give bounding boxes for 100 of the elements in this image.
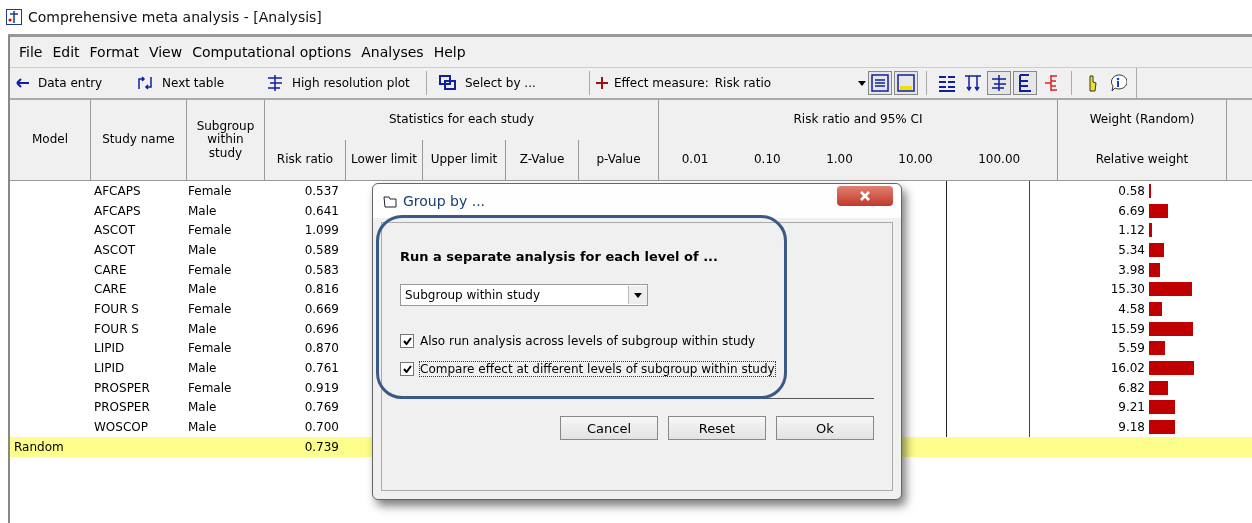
table-cell-text: PROSPER bbox=[93, 380, 151, 395]
weight-bar bbox=[1149, 242, 1164, 257]
column-header: Risk ratio bbox=[276, 153, 334, 167]
dialog-button[interactable]: Ok bbox=[776, 416, 874, 440]
weight-bar bbox=[1149, 341, 1165, 356]
group-by-select[interactable]: Subgroup within study bbox=[400, 284, 648, 306]
effect-measure-value[interactable]: Risk ratio bbox=[714, 76, 772, 90]
weight-bar bbox=[1149, 262, 1161, 277]
plus-icon bbox=[596, 77, 608, 89]
table-cell-text: ASCOT bbox=[93, 242, 136, 257]
weight-bar bbox=[1149, 400, 1175, 415]
weight-bar bbox=[1149, 321, 1193, 336]
toolbar-icon-button[interactable] bbox=[1013, 71, 1037, 95]
dialog-title: Group by ... bbox=[403, 193, 486, 209]
table-cell-text: 9.21 bbox=[1117, 400, 1146, 415]
weight-bar bbox=[1149, 301, 1162, 316]
dialog-heading: Run a separate analysis for each level of ... bbox=[400, 249, 719, 264]
bracket-icon bbox=[1043, 74, 1059, 92]
toolbar-button[interactable]: Select by ... bbox=[433, 70, 583, 96]
weight-bar bbox=[1149, 361, 1194, 376]
dialog-button[interactable]: Cancel bbox=[560, 416, 658, 440]
menu-item[interactable]: Analyses bbox=[356, 44, 429, 60]
table-cell-text: Random bbox=[13, 439, 65, 454]
toolbar-button[interactable]: High resolution plot bbox=[260, 70, 420, 96]
weight-bar bbox=[1149, 203, 1168, 218]
table-cell-text: Male bbox=[187, 400, 218, 415]
column-header: Upper limit bbox=[430, 153, 498, 167]
table-cell-text: FOUR S bbox=[93, 321, 140, 336]
checkbox-label[interactable]: Compare effect at different levels of subgroup within study bbox=[420, 362, 775, 376]
checkbox[interactable] bbox=[400, 334, 414, 348]
column-header: Risk ratio and 95% CI bbox=[793, 113, 923, 127]
table-cell-text: 16.02 bbox=[1109, 361, 1146, 376]
column-header: Weight (Random) bbox=[1089, 113, 1195, 127]
table-cell-text: 5.59 bbox=[1117, 341, 1146, 356]
menu-item[interactable]: Edit bbox=[47, 44, 85, 60]
table-cell-text: AFCAPS bbox=[93, 183, 142, 198]
folder-icon bbox=[383, 194, 397, 208]
overlapping-squares-icon bbox=[439, 75, 457, 91]
table-cell-text: Male bbox=[187, 203, 218, 218]
forest-plot-icon bbox=[266, 74, 284, 92]
toolbar-icon-button[interactable] bbox=[987, 71, 1011, 95]
axis-tick-label: 1.00 bbox=[826, 153, 853, 167]
checkbox-label[interactable]: Also run analysis across levels of subgroup within study bbox=[420, 334, 756, 348]
menu-item[interactable]: Format bbox=[84, 44, 144, 60]
table-cell-text: 9.18 bbox=[1117, 420, 1146, 435]
table-cell-text: 0.870 bbox=[303, 341, 340, 356]
table-cell-text: CARE bbox=[93, 262, 128, 277]
table-cell-text: 0.58 bbox=[1117, 183, 1146, 198]
column-header: Study name bbox=[102, 133, 175, 147]
menu-item[interactable]: Help bbox=[428, 44, 471, 60]
table-cell-text: 1.12 bbox=[1117, 223, 1146, 238]
weight-bar bbox=[1149, 420, 1175, 435]
column-header: Subgroup within study bbox=[195, 120, 256, 160]
table-cell-text: 6.69 bbox=[1117, 203, 1146, 218]
info-icon bbox=[1109, 74, 1127, 92]
table-cell-text: 0.919 bbox=[303, 380, 340, 395]
menu-item[interactable]: File bbox=[14, 44, 48, 60]
swap-arrows-icon bbox=[136, 76, 154, 90]
column-header: Relative weight bbox=[1095, 153, 1189, 167]
table-cell-text: 15.30 bbox=[1109, 282, 1146, 297]
weight-bar bbox=[1149, 282, 1192, 297]
table-cell-text: AFCAPS bbox=[93, 203, 142, 218]
toolbar-button[interactable]: Next table bbox=[130, 70, 260, 96]
table-cell-text: ASCOT bbox=[93, 223, 136, 238]
toolbar-icon-button[interactable] bbox=[894, 71, 918, 95]
column-header: Model bbox=[32, 133, 68, 147]
table-cell-text: 0.537 bbox=[303, 183, 340, 198]
down-arrows-icon bbox=[964, 74, 982, 92]
table-cell-text: 0.583 bbox=[303, 262, 340, 277]
columns-icon bbox=[938, 74, 956, 92]
table-cell-text: Male bbox=[187, 420, 218, 435]
table-cell-text: 4.58 bbox=[1117, 301, 1146, 316]
effect-measure-label: Effect measure: bbox=[614, 76, 709, 90]
table-cell-text: 0.769 bbox=[303, 400, 340, 415]
table-cell-text: Female bbox=[187, 223, 233, 238]
checkbox[interactable] bbox=[400, 362, 414, 376]
table-cell-text: FOUR S bbox=[93, 301, 140, 316]
axis-tick-label: 100.00 bbox=[978, 153, 1021, 167]
table-cell-text: 0.700 bbox=[303, 420, 340, 435]
table-cell-text: Female bbox=[187, 301, 233, 316]
dropdown-caret-icon[interactable] bbox=[858, 78, 866, 88]
table-cell-text: CARE bbox=[93, 282, 128, 297]
forest-plot-icon bbox=[990, 74, 1008, 92]
dialog-button[interactable]: Reset bbox=[668, 416, 766, 440]
column-header: Z-Value bbox=[519, 153, 565, 167]
table-cell-text: 5.34 bbox=[1117, 242, 1146, 257]
menu-item[interactable]: Computational options bbox=[187, 44, 357, 60]
table-cell-text: 6.82 bbox=[1117, 380, 1146, 395]
toolbar-button[interactable]: Data entry bbox=[10, 70, 130, 96]
menu-item[interactable]: View bbox=[143, 44, 188, 60]
table-cell-text: Male bbox=[187, 282, 218, 297]
table-cell-text: WOSCOP bbox=[93, 420, 149, 435]
table-cell-text: Male bbox=[187, 361, 218, 376]
close-button[interactable] bbox=[837, 186, 893, 206]
weight-bar bbox=[1149, 223, 1153, 238]
toolbar-icon-button[interactable] bbox=[868, 71, 892, 95]
table-cell-text: 0.696 bbox=[303, 321, 340, 336]
weight-bar bbox=[1149, 380, 1169, 395]
table-cell-text: Male bbox=[187, 242, 218, 257]
list-icon bbox=[871, 74, 889, 92]
